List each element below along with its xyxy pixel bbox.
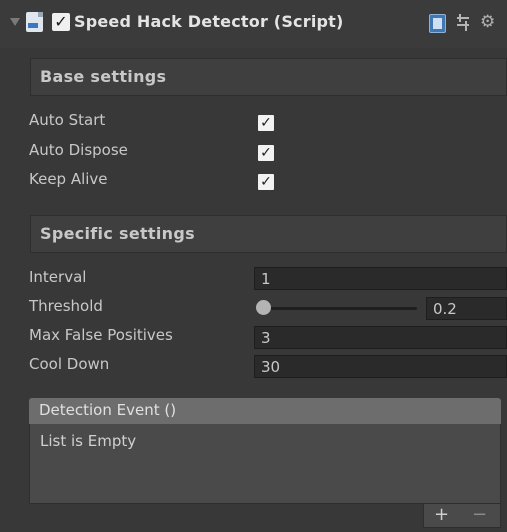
section-title: Base settings	[40, 67, 167, 86]
max-false-positives-value: 3	[261, 329, 271, 347]
auto-start-checkbox[interactable]: ✓	[258, 115, 274, 131]
section-base-settings: Base settings	[30, 58, 507, 96]
threshold-field[interactable]: 0.2	[426, 297, 507, 320]
max-false-positives-label: Max False Positives	[29, 326, 173, 344]
interval-value: 1	[261, 270, 271, 288]
auto-dispose-checkbox[interactable]: ✓	[258, 145, 274, 161]
auto-dispose-label: Auto Dispose	[29, 141, 128, 159]
cool-down-label: Cool Down	[29, 355, 110, 373]
add-event-button[interactable]: +	[434, 505, 449, 525]
cool-down-field[interactable]: 30	[254, 355, 507, 378]
help-icon[interactable]	[429, 14, 446, 33]
section-specific-settings: Specific settings	[30, 215, 507, 253]
component-enabled-checkbox[interactable]: ✓	[52, 13, 70, 31]
remove-event-button[interactable]: −	[472, 505, 487, 525]
detection-event-list: List is Empty	[29, 424, 501, 504]
detection-event-title: Detection Event ()	[39, 401, 177, 419]
threshold-value: 0.2	[433, 300, 457, 318]
threshold-slider-thumb[interactable]	[256, 300, 271, 315]
keep-alive-label: Keep Alive	[29, 170, 108, 188]
threshold-slider-track[interactable]	[262, 307, 417, 310]
cool-down-value: 30	[261, 358, 281, 376]
keep-alive-checkbox[interactable]: ✓	[258, 174, 274, 190]
detection-event-header: Detection Event ()	[29, 398, 501, 424]
gear-icon[interactable]: ⚙	[480, 12, 495, 32]
script-icon	[26, 12, 43, 32]
collapse-arrow-icon[interactable]	[10, 18, 20, 26]
empty-list-text: List is Empty	[40, 432, 137, 450]
auto-start-label: Auto Start	[29, 111, 106, 129]
presets-icon[interactable]	[455, 14, 471, 32]
component-title: Speed Hack Detector (Script)	[74, 12, 344, 31]
max-false-positives-field[interactable]: 3	[254, 326, 507, 349]
section-title: Specific settings	[40, 224, 195, 243]
interval-field[interactable]: 1	[254, 267, 507, 290]
interval-label: Interval	[29, 268, 87, 286]
threshold-label: Threshold	[29, 297, 103, 315]
